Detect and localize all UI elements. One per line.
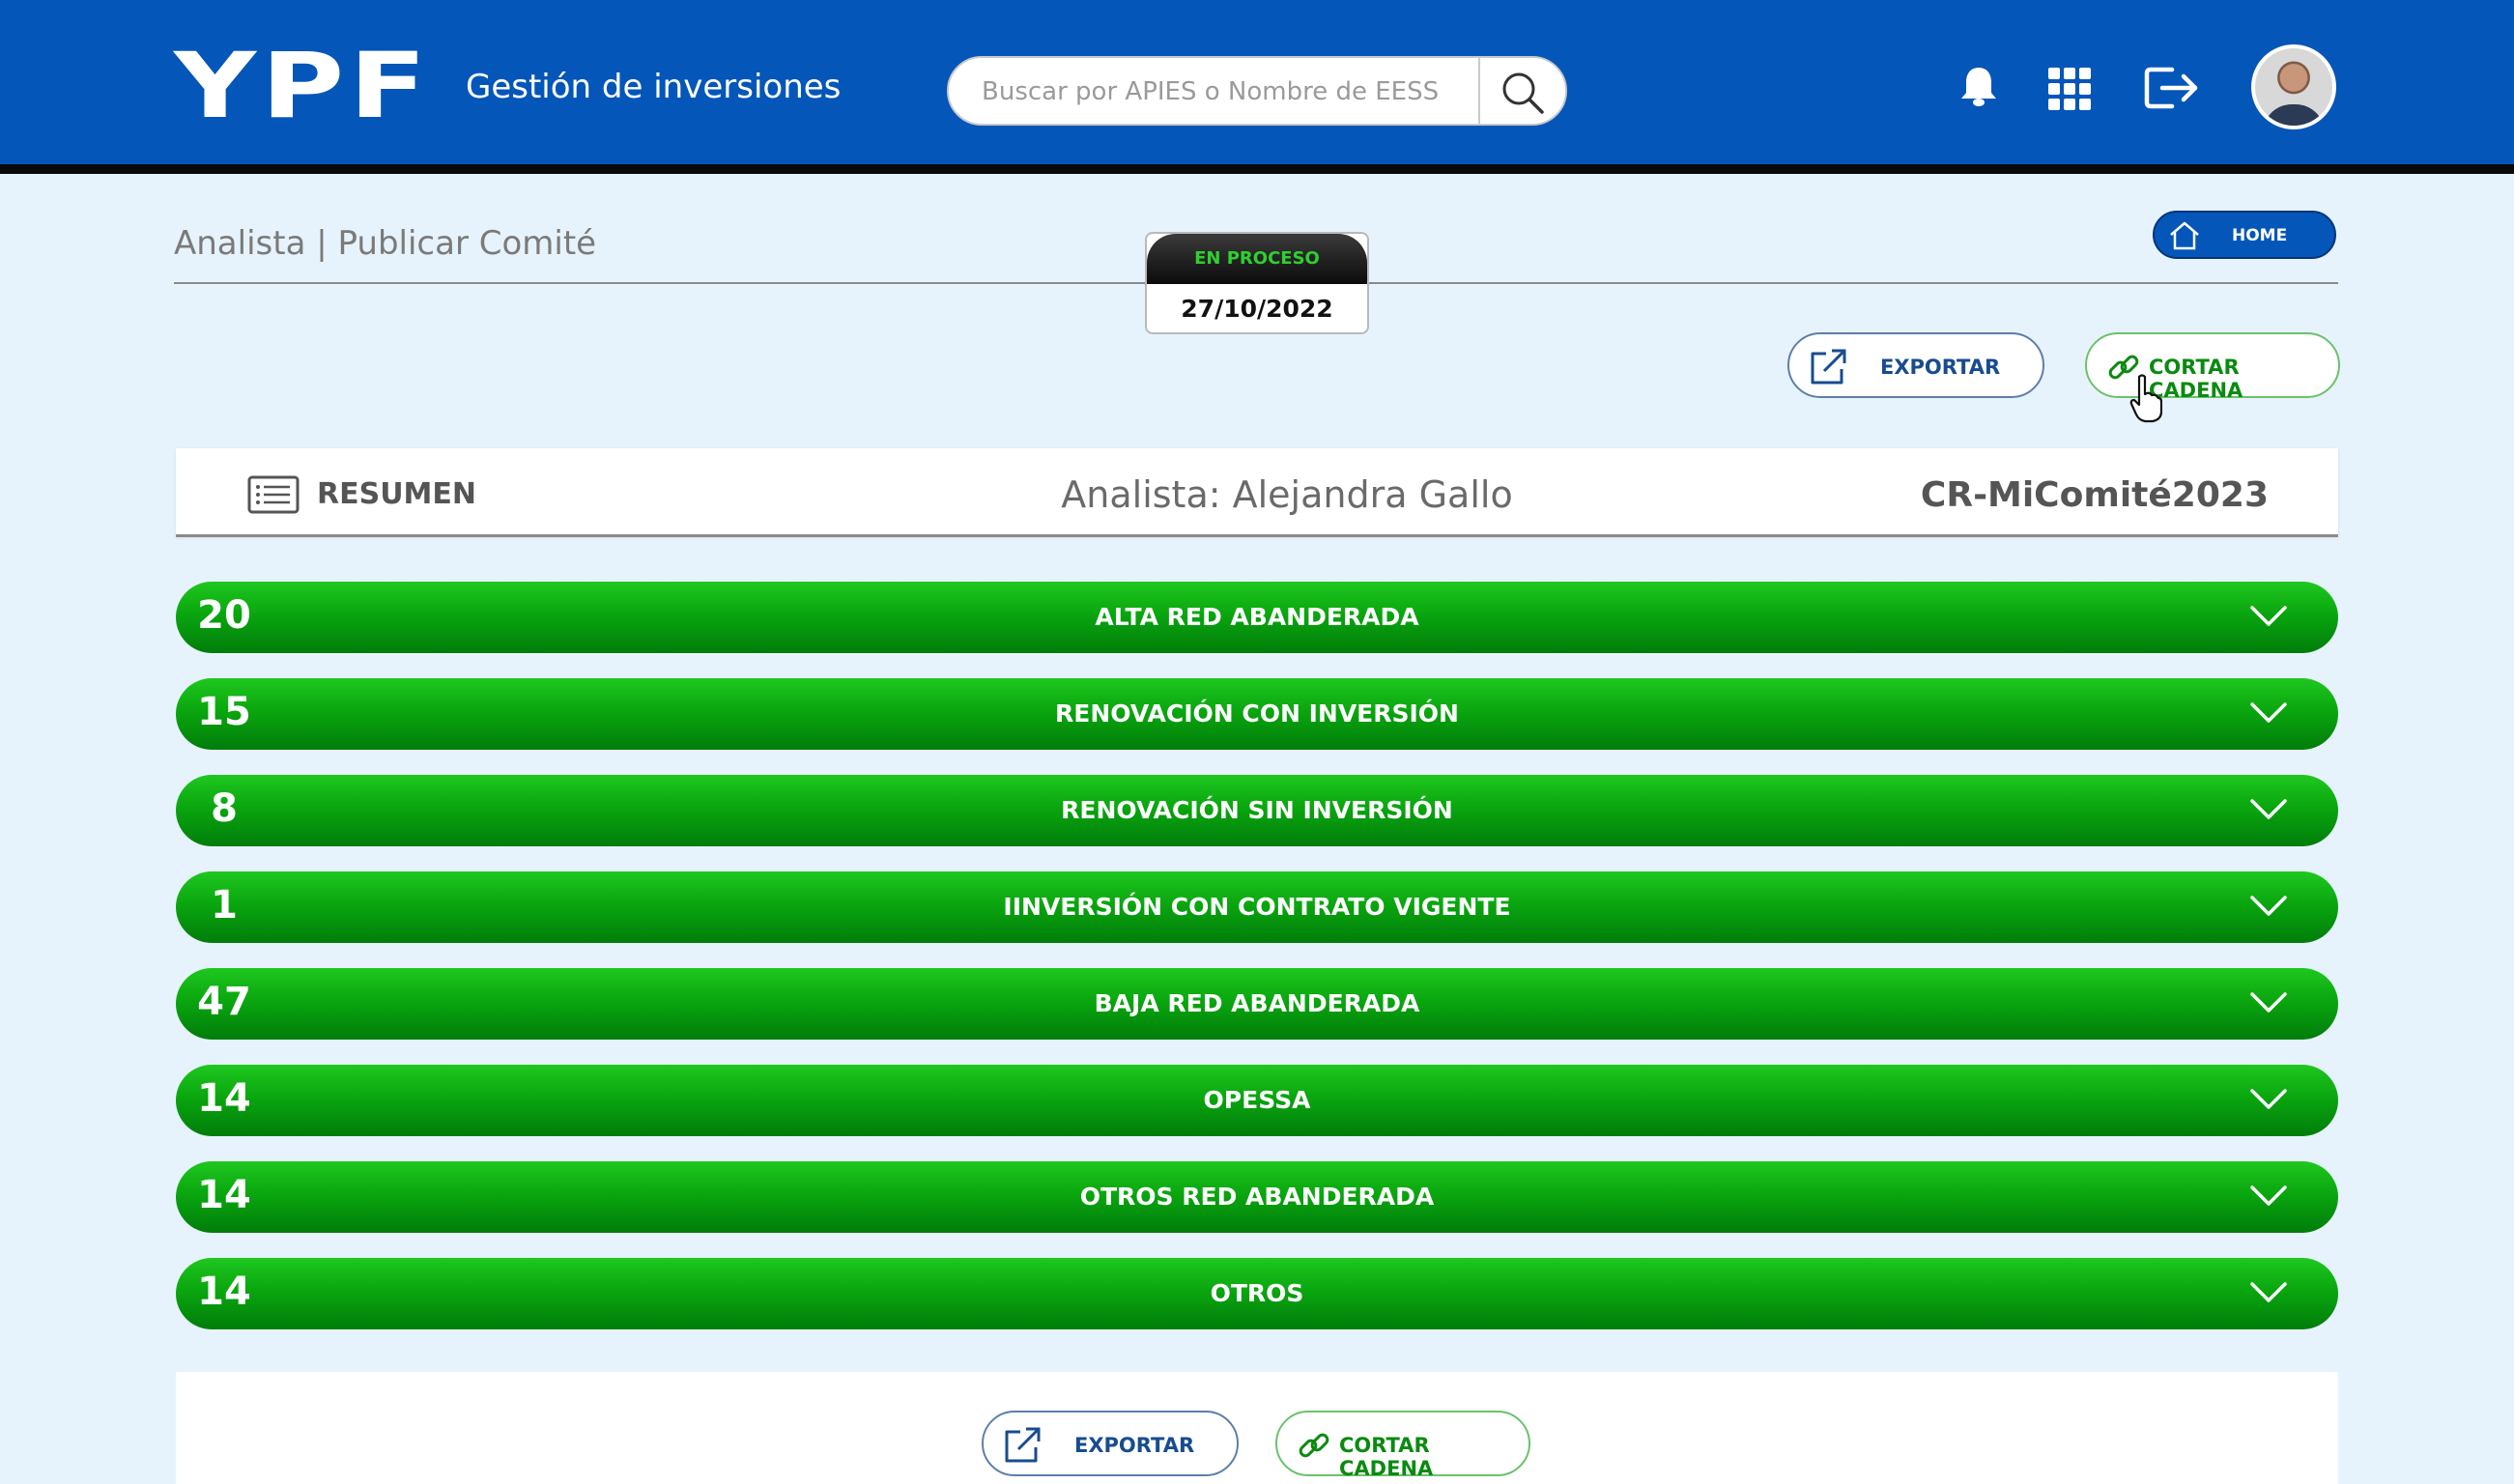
chevron-down-icon[interactable] bbox=[2249, 1184, 2288, 1208]
category-label: RENOVACIÓN CON INVERSIÓN bbox=[1055, 699, 1459, 728]
category-list: 20 ALTA RED ABANDERADA 15 RENOVACIÓN CON… bbox=[176, 582, 2338, 1355]
home-button-label: HOME bbox=[2232, 226, 2288, 245]
search-input[interactable] bbox=[982, 68, 1445, 116]
category-row[interactable]: 15 RENOVACIÓN CON INVERSIÓN bbox=[176, 678, 2338, 750]
category-row[interactable]: 8 RENOVACIÓN SIN INVERSIÓN bbox=[176, 775, 2338, 846]
search-icon bbox=[1502, 72, 1544, 114]
home-button[interactable]: HOME bbox=[2153, 211, 2336, 259]
category-label: OTROS RED ABANDERADA bbox=[1079, 1183, 1435, 1211]
status-badge: EN PROCESO bbox=[1147, 234, 1367, 284]
status-card: EN PROCESO 27/10/2022 bbox=[1145, 232, 1369, 334]
cortar-cadena-label: CORTAR CADENA bbox=[1339, 1434, 1434, 1480]
chevron-down-icon[interactable] bbox=[2249, 1088, 2288, 1111]
chevron-down-icon[interactable] bbox=[2249, 701, 2288, 725]
category-row[interactable]: 14 OTROS bbox=[176, 1258, 2338, 1329]
export-button-bottom[interactable]: EXPORTAR bbox=[982, 1411, 1239, 1476]
category-row[interactable]: 1 IINVERSIÓN CON CONTRATO VIGENTE bbox=[176, 871, 2338, 943]
cortar-cadena-button-bottom[interactable]: CORTAR CADENA bbox=[1275, 1411, 1530, 1480]
category-row[interactable]: 47 BAJA RED ABANDERADA bbox=[176, 968, 2338, 1040]
hand-cursor-icon bbox=[2129, 374, 2162, 423]
export-label: EXPORTAR bbox=[1880, 356, 2001, 379]
external-link-icon bbox=[1811, 349, 1846, 385]
cortar-cadena-label: CORTAR CADENA bbox=[2149, 356, 2243, 402]
status-date: 27/10/2022 bbox=[1181, 295, 1333, 323]
list-icon bbox=[247, 475, 300, 514]
category-row[interactable]: 14 OTROS RED ABANDERADA bbox=[176, 1161, 2338, 1233]
chevron-down-icon[interactable] bbox=[2249, 1281, 2288, 1304]
cortar-cadena-button-top[interactable]: CORTAR CADENA bbox=[2085, 332, 2340, 402]
bell-icon[interactable] bbox=[1956, 64, 2002, 110]
external-link-icon bbox=[1005, 1427, 1041, 1463]
chevron-down-icon[interactable] bbox=[2249, 605, 2288, 628]
category-row[interactable]: 14 OPESSA bbox=[176, 1065, 2338, 1136]
committee-name: CR-MiComité2023 bbox=[1920, 475, 2269, 515]
chevron-down-icon[interactable] bbox=[2249, 798, 2288, 821]
category-label: OTROS bbox=[1210, 1279, 1304, 1307]
user-avatar[interactable] bbox=[2251, 44, 2336, 129]
apps-grid-icon[interactable] bbox=[2048, 68, 2091, 110]
logout-icon[interactable] bbox=[2143, 64, 2201, 112]
category-label: IINVERSIÓN CON CONTRATO VIGENTE bbox=[1003, 893, 1511, 921]
category-label: ALTA RED ABANDERADA bbox=[1095, 603, 1419, 631]
search-box bbox=[947, 56, 1567, 126]
home-icon bbox=[2170, 221, 2199, 250]
chevron-down-icon[interactable] bbox=[2249, 991, 2288, 1014]
search-button[interactable] bbox=[1478, 58, 1565, 124]
category-label: RENOVACIÓN SIN INVERSIÓN bbox=[1061, 796, 1453, 824]
ypf-logo[interactable]: YPF bbox=[174, 39, 431, 135]
summary-title: RESUMEN bbox=[317, 477, 477, 511]
app-title: Gestión de inversiones bbox=[466, 68, 842, 106]
bottom-action-panel: EXPORTAR CORTAR CADENA bbox=[176, 1372, 2338, 1484]
category-row[interactable]: 20 ALTA RED ABANDERADA bbox=[176, 582, 2338, 653]
export-button-top[interactable]: EXPORTAR bbox=[1787, 332, 2044, 398]
top-header: YPF Gestión de inversiones bbox=[0, 0, 2514, 174]
chevron-down-icon[interactable] bbox=[2249, 895, 2288, 918]
link-icon bbox=[1299, 1433, 1329, 1458]
category-label: BAJA RED ABANDERADA bbox=[1094, 989, 1420, 1017]
analyst-name: Analista: Alejandra Gallo bbox=[1061, 473, 1513, 516]
category-label: OPESSA bbox=[1203, 1086, 1311, 1114]
summary-bar: RESUMEN Analista: Alejandra Gallo CR-MiC… bbox=[176, 448, 2338, 537]
breadcrumb: Analista | Publicar Comité bbox=[174, 224, 597, 263]
export-label: EXPORTAR bbox=[1074, 1434, 1195, 1457]
